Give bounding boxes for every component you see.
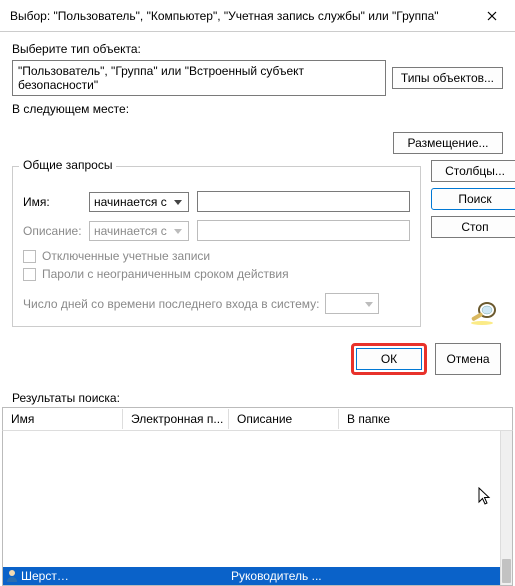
ok-button[interactable]: ОК (356, 348, 422, 370)
titlebar: Выбор: "Пользователь", "Компьютер", "Уче… (0, 0, 515, 32)
row-desc: Руководитель ... (231, 569, 341, 583)
columns-button[interactable]: Столбцы... (431, 160, 515, 182)
scroll-thumb[interactable] (502, 559, 511, 583)
results-body[interactable]: Шерст… Руководитель ... (2, 431, 513, 586)
description-match-select: начинается с (89, 221, 189, 241)
results-header: Имя Электронная п... Описание В папке (2, 407, 513, 431)
nonexpiring-pw-checkbox (23, 268, 36, 281)
col-name[interactable]: Имя (3, 409, 123, 429)
common-queries-legend: Общие запросы (19, 158, 116, 172)
col-email[interactable]: Электронная п... (123, 409, 229, 429)
close-icon (487, 11, 497, 21)
window-title: Выбор: "Пользователь", "Компьютер", "Уче… (10, 9, 469, 23)
table-row[interactable]: Шерст… Руководитель ... (3, 567, 500, 585)
search-icon (467, 299, 503, 327)
row-name: Шерст… (21, 569, 125, 583)
days-since-logon-label: Число дней со времени последнего входа в… (23, 297, 319, 311)
name-match-select[interactable]: начинается с (89, 192, 189, 212)
description-input (197, 220, 410, 241)
scrollbar[interactable] (500, 431, 512, 585)
name-label: Имя: (23, 195, 81, 209)
object-types-button[interactable]: Типы объектов... (392, 67, 503, 89)
cancel-button[interactable]: Отмена (435, 343, 501, 375)
close-button[interactable] (469, 0, 515, 32)
col-folder[interactable]: В папке (339, 409, 512, 429)
location-label: В следующем месте: (12, 102, 503, 116)
col-description[interactable]: Описание (229, 409, 339, 429)
locations-button[interactable]: Размещение... (393, 132, 503, 154)
stop-button[interactable]: Стоп (431, 216, 515, 238)
common-queries-fieldset: Общие запросы Имя: начинается с Описание… (12, 166, 421, 327)
ok-highlight: ОК (351, 343, 427, 375)
user-icon (5, 568, 19, 585)
disabled-accounts-label: Отключенные учетные записи (42, 249, 210, 263)
description-label: Описание: (23, 224, 81, 238)
results-label: Результаты поиска: (12, 391, 515, 405)
nonexpiring-pw-label: Пароли с неограниченным сроком действия (42, 267, 289, 281)
find-now-button[interactable]: Поиск (431, 188, 515, 210)
disabled-accounts-checkbox (23, 250, 36, 263)
name-input[interactable] (197, 191, 410, 212)
object-type-value: "Пользователь", "Группа" или "Встроенный… (12, 60, 386, 96)
object-type-label: Выберите тип объекта: (12, 42, 503, 56)
days-since-logon-select (325, 293, 379, 314)
